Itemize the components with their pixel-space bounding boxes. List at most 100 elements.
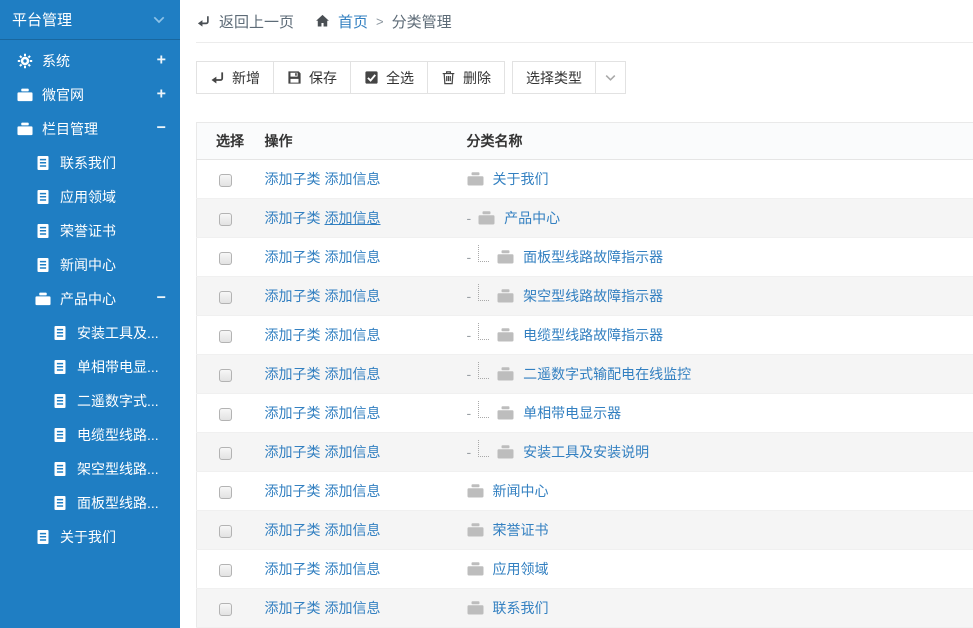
add-subcategory-link[interactable]: 添加子类 [265, 561, 321, 577]
back-link[interactable]: 返回上一页 [196, 11, 294, 32]
sidebar-item-label: 面板型线路... [77, 493, 159, 513]
row-checkbox[interactable] [219, 486, 232, 499]
expand-plus-icon[interactable]: + [157, 87, 166, 103]
sidebar-item[interactable]: 新闻中心 [0, 248, 180, 282]
button-label: 新增 [232, 68, 260, 88]
document-icon [35, 529, 51, 545]
table-row: 添加子类添加信息 联系我们 [197, 589, 973, 628]
category-link[interactable]: 单相带电显示器 [523, 405, 621, 421]
row-checkbox[interactable] [219, 447, 232, 460]
collapse-minus-icon[interactable]: − [157, 121, 166, 137]
row-checkbox[interactable] [219, 213, 232, 226]
folder-icon [497, 367, 514, 381]
sidebar-item[interactable]: 架空型线路... [0, 452, 180, 486]
sidebar-item[interactable]: 电缆型线路... [0, 418, 180, 452]
add-subcategory-link[interactable]: 添加子类 [265, 483, 321, 499]
add-info-link[interactable]: 添加信息 [325, 600, 381, 616]
add-info-link[interactable]: 添加信息 [325, 483, 381, 499]
document-icon [35, 223, 51, 239]
sidebar-header[interactable]: 平台管理 [0, 0, 180, 40]
sidebar-item[interactable]: 系统 + [0, 44, 180, 78]
breadcrumb: 返回上一页 首页 > 分类管理 [196, 0, 973, 43]
admin-window: 平台管理 系统+微官网+栏目管理−联系我们应用领域荣誉证书新闻中心产品中心−安装… [0, 0, 973, 628]
button-label: 删除 [463, 68, 491, 88]
sidebar-item[interactable]: 关于我们 [0, 520, 180, 554]
row-checkbox[interactable] [219, 252, 232, 265]
add-subcategory-link[interactable]: 添加子类 [265, 288, 321, 304]
sidebar-item[interactable]: 单相带电显... [0, 350, 180, 384]
add-info-link[interactable]: 添加信息 [325, 444, 381, 460]
add-subcategory-link[interactable]: 添加子类 [265, 327, 321, 343]
add-info-link[interactable]: 添加信息 [325, 171, 381, 187]
add-info-link[interactable]: 添加信息 [325, 249, 381, 265]
document-icon [52, 427, 68, 443]
type-select-button[interactable]: 选择类型 [512, 61, 596, 94]
row-checkbox[interactable] [219, 525, 232, 538]
document-icon [35, 257, 51, 273]
add-info-link[interactable]: 添加信息 [325, 210, 381, 226]
table-row: 添加子类添加信息 关于我们 [197, 160, 973, 199]
category-link[interactable]: 电缆型线路故障指示器 [523, 327, 663, 343]
sidebar-nav: 系统+微官网+栏目管理−联系我们应用领域荣誉证书新闻中心产品中心−安装工具及..… [0, 40, 180, 554]
row-checkbox[interactable] [219, 603, 232, 616]
row-checkbox[interactable] [219, 564, 232, 577]
collapse-dash[interactable]: - [467, 210, 472, 226]
chevron-down-icon[interactable] [153, 16, 165, 24]
folder-icon [467, 562, 484, 576]
sidebar-item[interactable]: 微官网+ [0, 78, 180, 112]
add-subcategory-link[interactable]: 添加子类 [265, 405, 321, 421]
tree-connector [478, 245, 489, 262]
add-subcategory-link[interactable]: 添加子类 [265, 210, 321, 226]
add-info-link[interactable]: 添加信息 [325, 366, 381, 382]
row-checkbox[interactable] [219, 174, 232, 187]
table-row: 添加子类添加信息-架空型线路故障指示器 [197, 277, 973, 316]
category-link[interactable]: 荣誉证书 [493, 522, 549, 538]
delete-button[interactable]: 删除 [427, 61, 505, 94]
category-link[interactable]: 二遥数字式输配电在线监控 [523, 366, 691, 382]
add-subcategory-link[interactable]: 添加子类 [265, 444, 321, 460]
row-checkbox[interactable] [219, 330, 232, 343]
add-subcategory-link[interactable]: 添加子类 [265, 249, 321, 265]
add-info-link[interactable]: 添加信息 [325, 405, 381, 421]
category-link[interactable]: 面板型线路故障指示器 [523, 249, 663, 265]
sidebar-item[interactable]: 二遥数字式... [0, 384, 180, 418]
category-link[interactable]: 应用领域 [493, 561, 549, 577]
col-header-category: 分类名称 [455, 123, 973, 160]
add-subcategory-link[interactable]: 添加子类 [265, 522, 321, 538]
category-link[interactable]: 关于我们 [493, 171, 549, 187]
save-button[interactable]: 保存 [273, 61, 351, 94]
sidebar-item[interactable]: 产品中心− [0, 282, 180, 316]
row-checkbox[interactable] [219, 369, 232, 382]
sidebar-item-label: 系统 [42, 51, 70, 71]
add-button[interactable]: 新增 [196, 61, 274, 94]
add-info-link[interactable]: 添加信息 [325, 288, 381, 304]
sidebar-item[interactable]: 面板型线路... [0, 486, 180, 520]
category-link[interactable]: 架空型线路故障指示器 [523, 288, 663, 304]
add-subcategory-link[interactable]: 添加子类 [265, 171, 321, 187]
sidebar-item[interactable]: 应用领域 [0, 180, 180, 214]
add-info-link[interactable]: 添加信息 [325, 561, 381, 577]
sidebar-item[interactable]: 荣誉证书 [0, 214, 180, 248]
sidebar-item[interactable]: 栏目管理− [0, 112, 180, 146]
category-link[interactable]: 联系我们 [493, 600, 549, 616]
add-subcategory-link[interactable]: 添加子类 [265, 600, 321, 616]
type-select-caret-button[interactable] [595, 61, 626, 94]
row-checkbox[interactable] [219, 408, 232, 421]
collapse-minus-icon[interactable]: − [157, 291, 166, 307]
category-link[interactable]: 产品中心 [504, 210, 560, 226]
select-all-button[interactable]: 全选 [350, 61, 428, 94]
sidebar-item[interactable]: 安装工具及... [0, 316, 180, 350]
add-info-link[interactable]: 添加信息 [325, 522, 381, 538]
row-checkbox[interactable] [219, 291, 232, 304]
table-row: 添加子类添加信息-单相带电显示器 [197, 394, 973, 433]
category-link[interactable]: 新闻中心 [493, 483, 549, 499]
category-link[interactable]: 安装工具及安装说明 [523, 444, 649, 460]
home-link[interactable]: 首页 [338, 11, 368, 32]
expand-plus-icon[interactable]: + [157, 53, 166, 69]
sidebar-item-label: 联系我们 [60, 153, 116, 173]
sidebar-item[interactable]: 联系我们 [0, 146, 180, 180]
add-subcategory-link[interactable]: 添加子类 [265, 366, 321, 382]
document-icon [35, 155, 51, 171]
folder-icon [497, 406, 514, 420]
add-info-link[interactable]: 添加信息 [325, 327, 381, 343]
